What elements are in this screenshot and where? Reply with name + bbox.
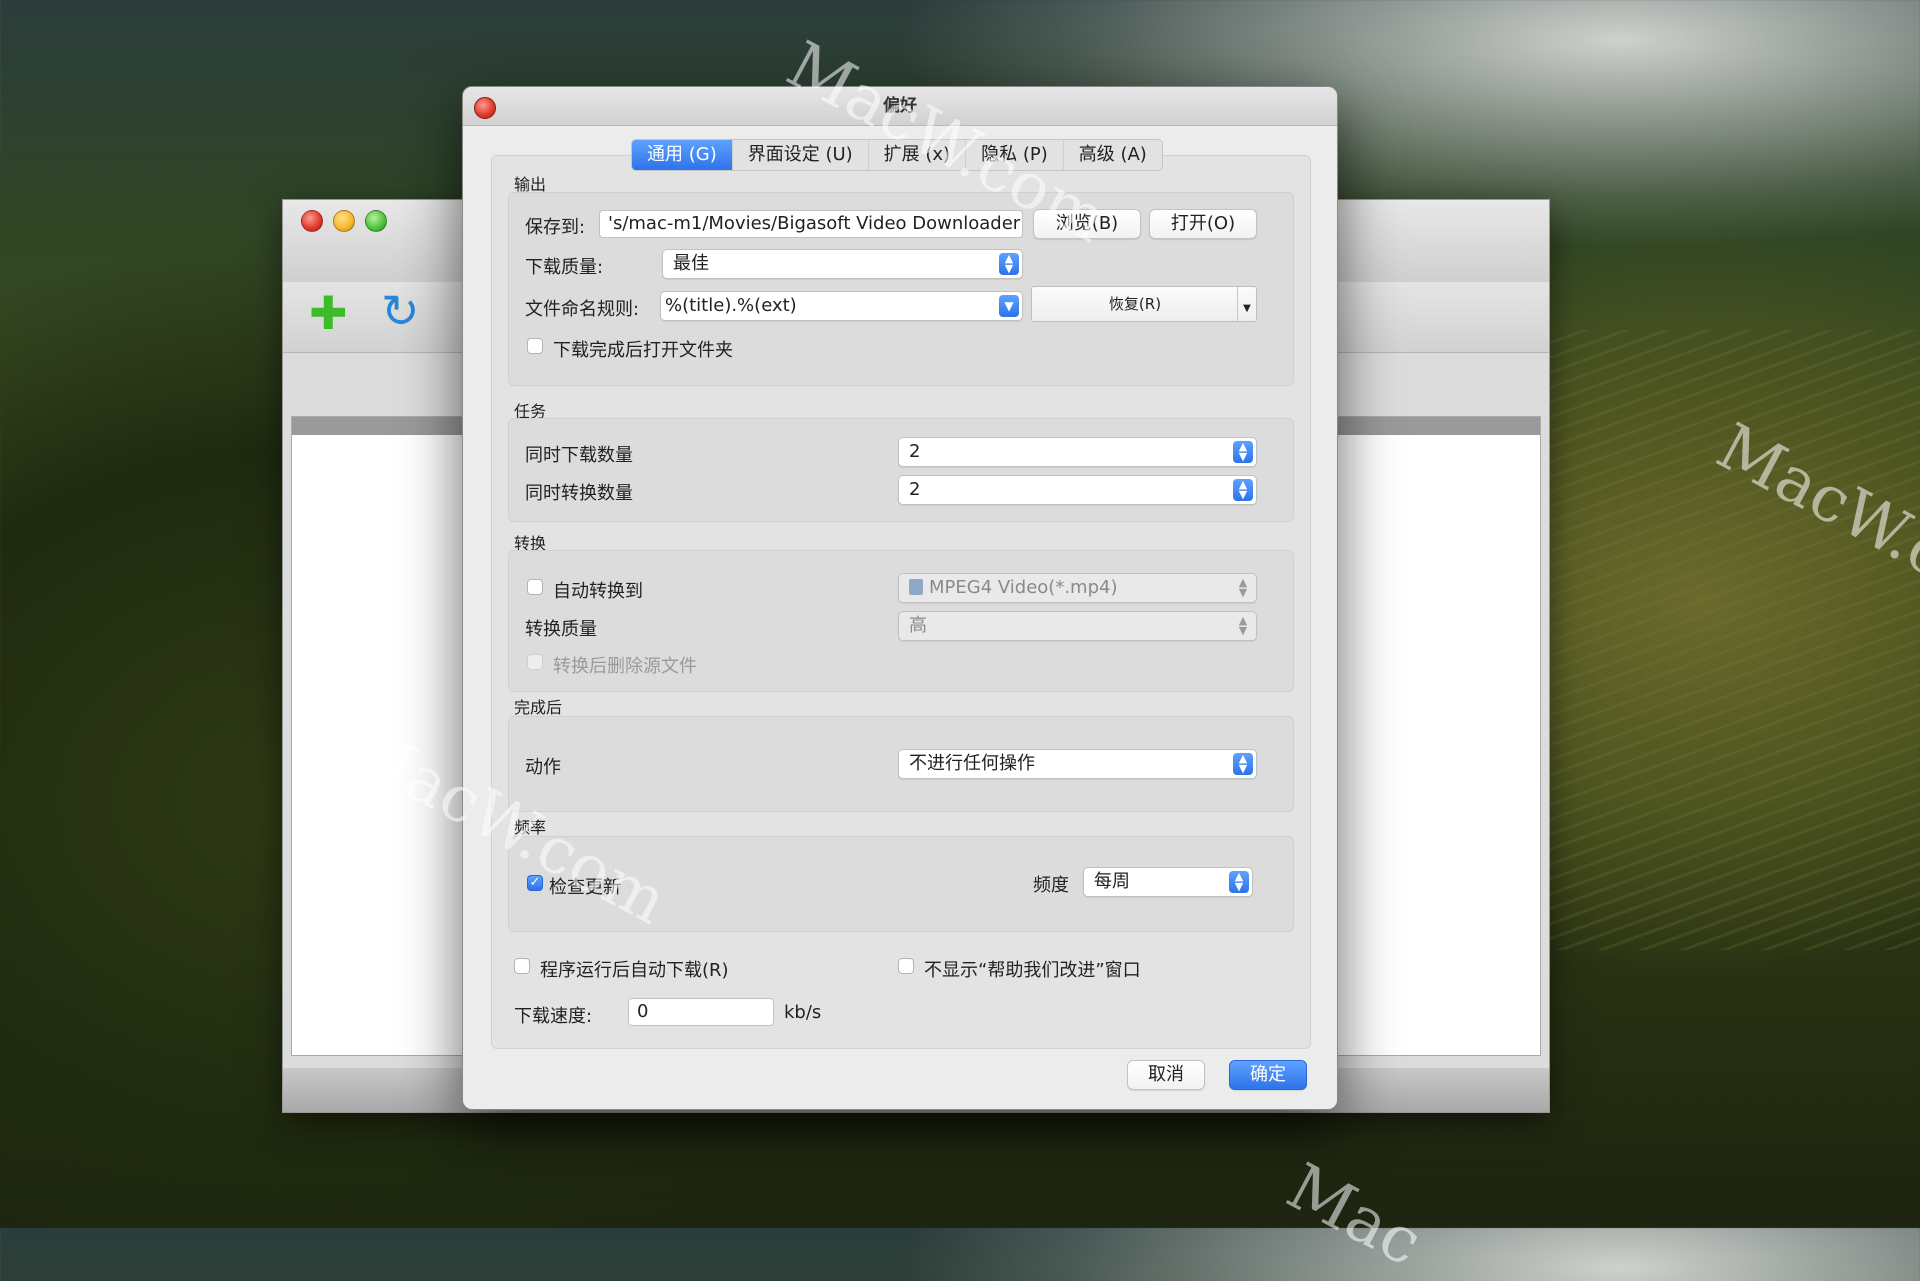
convert-format-select[interactable]: MPEG4 Video(*.mp4) ▲ ▼ <box>898 573 1257 603</box>
tasks-section: 同时下载数量 2 ▲ ▼ 同时转换数量 2 ▲ ▼ <box>508 418 1294 522</box>
naming-rule-value: %(title).%(ext) <box>665 295 797 316</box>
frequency-value: 每周 <box>1094 871 1130 892</box>
video-file-icon <box>909 579 923 595</box>
after-section-label: 完成后 <box>514 698 563 717</box>
save-to-field[interactable]: 's/mac-m1/Movies/Bigasoft Video Download… <box>599 210 1023 238</box>
after-section: 动作 不进行任何操作 ▲ ▼ <box>508 716 1294 812</box>
naming-rule-label: 文件命名规则: <box>525 299 640 320</box>
convert-quality-select[interactable]: 高 ▲ ▼ <box>898 611 1257 641</box>
stepper-arrows-icon: ▲ ▼ <box>1233 479 1253 501</box>
refresh-icon[interactable]: ↻ <box>381 284 420 338</box>
delete-source-checkbox[interactable] <box>527 654 543 670</box>
convert-quality-label: 转换质量 <box>525 619 597 640</box>
convert-section: 自动转换到 MPEG4 Video(*.mp4) ▲ ▼ 转换质量 高 ▲ ▼ 转换… <box>508 550 1294 692</box>
convert-quality-value: 高 <box>909 615 927 636</box>
open-folder-label: 下载完成后打开文件夹 <box>553 340 733 361</box>
cancel-button[interactable]: 取消 <box>1127 1060 1205 1090</box>
frequency-label: 频度 <box>1033 875 1069 896</box>
auto-download-label: 程序运行后自动下载(R) <box>540 960 729 981</box>
action-value: 不进行任何操作 <box>909 753 1035 774</box>
stepper-arrows-icon: ▲ ▼ <box>1229 871 1249 893</box>
stepper-arrows-icon: ▲ ▼ <box>1238 614 1248 637</box>
stepper-arrows-icon: ▲ ▼ <box>1238 576 1248 599</box>
preferences-dialog: 偏好 输出 保存到: 's/mac-m1/Movies/Bigasoft Vid… <box>462 86 1338 1110</box>
minimize-window-icon[interactable] <box>333 210 355 232</box>
dropdown-arrow-icon[interactable]: ▼ <box>1237 287 1256 321</box>
download-quality-label: 下载质量: <box>525 257 604 278</box>
auto-download-checkbox[interactable] <box>514 958 530 974</box>
concurrent-convert-label: 同时转换数量 <box>525 483 633 504</box>
tab-1[interactable]: 界面设定 (U) <box>733 140 869 170</box>
naming-rule-combo[interactable]: %(title).%(ext) ▼ <box>660 291 1023 321</box>
tab-0[interactable]: 通用 (G) <box>632 140 733 170</box>
speed-input[interactable]: 0 <box>628 998 774 1026</box>
output-section: 保存到: 's/mac-m1/Movies/Bigasoft Video Dow… <box>508 192 1294 386</box>
frequency-select[interactable]: 每周 ▲ ▼ <box>1083 867 1253 897</box>
restore-split-button[interactable]: 恢复(R) ▼ <box>1031 286 1257 322</box>
stepper-arrows-icon: ▲ ▼ <box>999 253 1019 275</box>
stepper-arrows-icon: ▲ ▼ <box>1233 441 1253 463</box>
concurrent-convert-value: 2 <box>909 479 921 500</box>
download-quality-value: 最佳 <box>673 253 709 274</box>
concurrent-download-label: 同时下载数量 <box>525 445 633 466</box>
stepper-arrows-icon: ▲ ▼ <box>1233 753 1253 775</box>
ok-button[interactable]: 确定 <box>1229 1060 1307 1090</box>
download-quality-select[interactable]: 最佳 ▲ ▼ <box>662 249 1023 279</box>
auto-convert-label: 自动转换到 <box>553 581 643 602</box>
action-label: 动作 <box>525 757 561 778</box>
action-select[interactable]: 不进行任何操作 ▲ ▼ <box>898 749 1257 779</box>
add-plus-icon[interactable]: ✚ <box>309 286 348 340</box>
tab-4[interactable]: 高级 (A) <box>1064 140 1162 170</box>
open-folder-checkbox[interactable] <box>527 338 543 354</box>
close-dialog-icon[interactable] <box>474 97 496 119</box>
chevron-down-icon[interactable]: ▼ <box>999 295 1019 317</box>
delete-source-label: 转换后删除源文件 <box>553 656 697 677</box>
convert-format-value: MPEG4 Video(*.mp4) <box>929 577 1118 598</box>
open-button[interactable]: 打开(O) <box>1149 209 1257 239</box>
auto-convert-checkbox[interactable] <box>527 579 543 595</box>
concurrent-convert-select[interactable]: 2 ▲ ▼ <box>898 475 1257 505</box>
speed-label: 下载速度: <box>514 1006 593 1027</box>
hide-help-checkbox[interactable] <box>898 958 914 974</box>
background-vineyard <box>1540 330 1920 950</box>
restore-button[interactable]: 恢复(R) <box>1032 287 1238 321</box>
save-to-label: 保存到: <box>525 217 586 238</box>
watermark-text: Mac <box>1275 1150 1434 1281</box>
hide-help-label: 不显示“帮助我们改进”窗口 <box>924 960 1141 981</box>
concurrent-download-value: 2 <box>909 441 921 462</box>
speed-unit: kb/s <box>784 1002 822 1023</box>
close-window-icon[interactable] <box>301 210 323 232</box>
maximize-window-icon[interactable] <box>365 210 387 232</box>
concurrent-download-select[interactable]: 2 ▲ ▼ <box>898 437 1257 467</box>
